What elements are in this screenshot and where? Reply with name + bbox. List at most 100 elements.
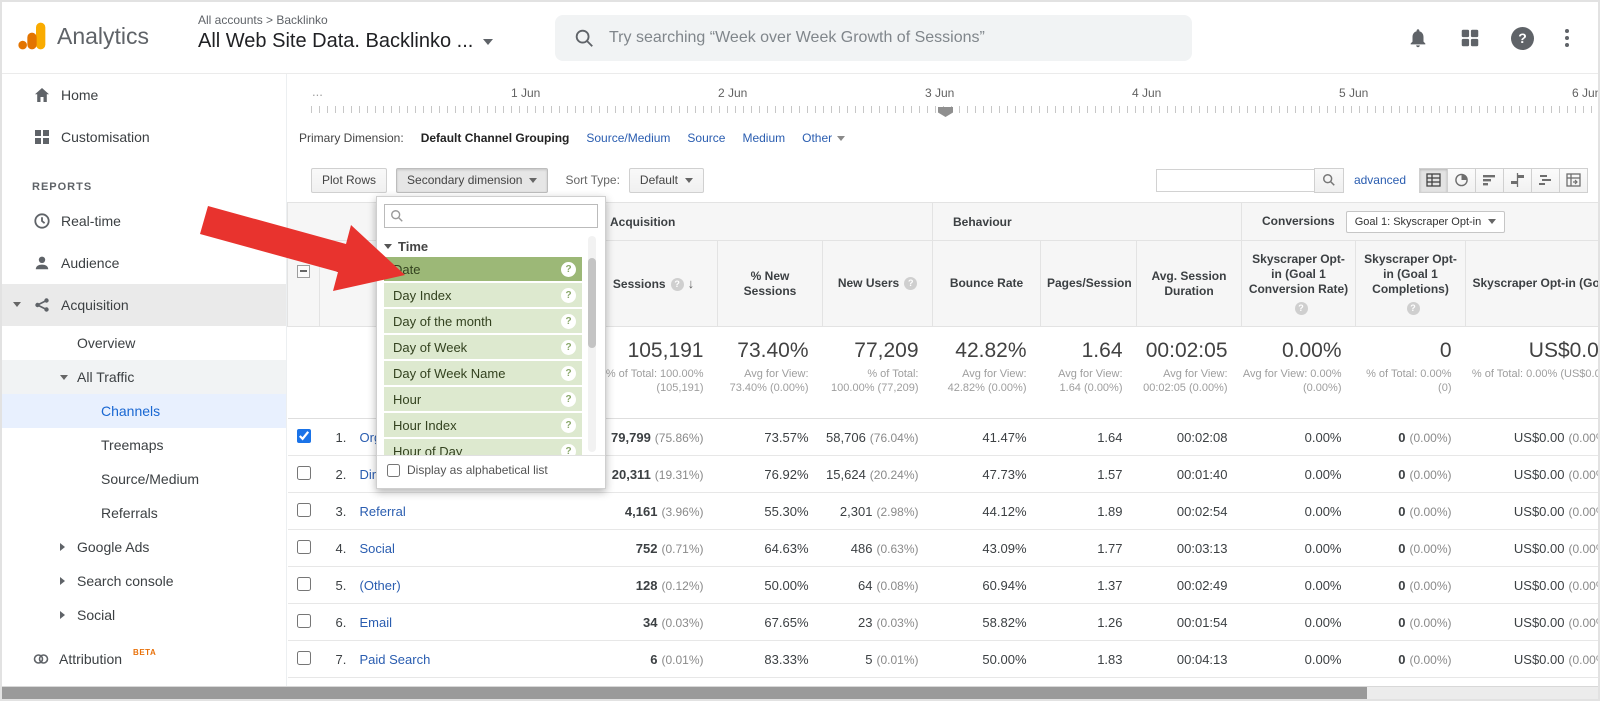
sidebar-item-home[interactable]: Home [2,74,286,116]
summary-bounce-rate: 42.82% Avg for View: 42.82% (0.00%) [933,327,1041,419]
column-header-bounce-rate[interactable]: Bounce Rate [933,241,1041,327]
group-behaviour: Behaviour [933,203,1242,241]
notifications-bell-icon[interactable] [1407,27,1429,49]
sidebar-item-customisation[interactable]: Customisation [2,116,286,158]
goal-selector[interactable]: Goal 1: Skyscraper Opt-in [1346,211,1506,233]
column-header-pages-session[interactable]: Pages/Session [1041,241,1137,327]
new-users-value: 58,706 [826,430,866,445]
product-name: Analytics [57,23,149,50]
sort-type-button[interactable]: Default [629,168,704,193]
row-checkbox[interactable] [297,614,311,628]
table-search-input[interactable] [1156,169,1314,192]
global-search-input[interactable] [609,29,1149,47]
dimension-option[interactable]: Day Index ? [384,283,582,307]
advanced-filter-link[interactable]: advanced [1354,173,1406,187]
dimension-default-channel-grouping[interactable]: Default Channel Grouping [421,131,570,145]
row-checkbox[interactable] [297,429,311,443]
horizontal-scrollbar[interactable] [2,686,1600,699]
dimension-other[interactable]: Other [802,131,845,145]
table-search-button[interactable] [1314,168,1344,193]
help-icon: ? [561,314,576,329]
row-checkbox[interactable] [297,503,311,517]
sidebar-item-google-ads[interactable]: Google Ads [2,530,286,564]
secondary-dimension-button[interactable]: Secondary dimension [396,168,548,193]
global-search[interactable] [555,15,1192,61]
sidebar-item-source-medium[interactable]: Source/Medium [2,462,286,496]
channel-link[interactable]: (Other) [360,578,401,593]
scrollbar-thumb[interactable] [2,687,1367,699]
sidebar-item-attribution[interactable]: Attribution BETA [2,638,286,680]
apps-grid-icon[interactable] [1459,27,1481,49]
sidebar-item-social[interactable]: Social [2,598,286,632]
dimension-option[interactable]: Hour of Day ? [384,439,582,455]
sidebar-item-all-traffic[interactable]: All Traffic [2,360,286,394]
row-checkbox[interactable] [297,466,311,480]
pct-new-sessions-value: 50.00% [718,567,823,604]
table-row: 4.Social 752(0.71%) 64.63% 486(0.63%) 43… [288,530,1600,567]
sidebar-item-channels[interactable]: Channels [2,394,286,428]
view-selector[interactable]: All Web Site Data. Backlinko ... [198,30,493,53]
percentage-view-icon[interactable] [1447,168,1476,193]
sidebar-item-realtime[interactable]: Real-time [2,200,286,242]
collapse-rows-button[interactable] [297,265,310,278]
help-icon[interactable]: ? [1511,27,1534,50]
dimension-option[interactable]: Day of the month ? [384,309,582,333]
bounce-rate-value: 47.73% [933,456,1041,493]
sidebar-item-acquisition[interactable]: Acquisition [2,284,286,326]
sidebar-item-search-console[interactable]: Search console [2,564,286,598]
dimension-option[interactable]: Day of Week ? [384,335,582,359]
row-checkbox[interactable] [297,651,311,665]
sessions-value: 20,311 [612,467,651,482]
channel-link[interactable]: Paid Search [360,652,431,667]
avg-duration-value: 00:01:54 [1137,604,1242,641]
pages-session-value: 1.83 [1041,641,1137,678]
row-number: 2. [336,467,360,482]
column-header-new-users[interactable]: New Users? [823,241,933,327]
dropdown-scrollbar[interactable] [588,236,596,452]
goal-completions-pct: (0.00%) [1409,505,1451,519]
sidebar-item-audience[interactable]: Audience [2,242,286,284]
column-header-pct-new-sessions[interactable]: % New Sessions [718,241,823,327]
plot-rows-button[interactable]: Plot Rows [311,168,387,193]
term-cloud-view-icon[interactable] [1531,168,1560,193]
dimension-option[interactable]: Hour ? [384,387,582,411]
row-checkbox[interactable] [297,540,311,554]
dimension-source-medium[interactable]: Source/Medium [586,131,670,145]
dimension-option[interactable]: Date ? [384,257,582,281]
dimension-medium[interactable]: Medium [742,131,785,145]
channel-link[interactable]: Social [360,541,395,556]
dimension-search-input[interactable] [385,205,597,227]
alphabetical-list-checkbox[interactable] [387,464,400,477]
dimension-option[interactable]: Day of Week Name ? [384,361,582,385]
table-view-icon[interactable] [1419,168,1448,193]
help-icon: ? [561,340,576,355]
channel-link[interactable]: Referral [360,504,406,519]
scrollbar-thumb[interactable] [588,258,596,348]
analytics-logo[interactable]: Analytics [16,20,149,52]
pivot-view-icon[interactable] [1559,168,1588,193]
column-header-goal-conv-rate[interactable]: Skyscraper Opt-in (Goal 1 Conversion Rat… [1242,241,1356,327]
realtime-clock-icon [32,211,52,231]
chevron-down-icon [685,178,693,183]
sidebar-item-treemaps[interactable]: Treemaps [2,428,286,462]
column-header-goal-value[interactable]: Skyscraper Opt-in (Goal 1 Value) [1466,241,1600,327]
column-header-avg-duration[interactable]: Avg. Session Duration [1137,241,1242,327]
comparison-view-icon[interactable] [1503,168,1532,193]
customisation-icon [32,127,52,147]
performance-view-icon[interactable] [1475,168,1504,193]
column-header-goal-completions[interactable]: Skyscraper Opt-in (Goal 1 Completions) ? [1356,241,1466,327]
column-header-sessions[interactable]: Sessions?↓ [590,241,718,327]
account-breadcrumb[interactable]: All accounts > Backlinko [198,13,493,27]
more-options-icon[interactable] [1564,27,1570,49]
dimension-option[interactable]: Hour Index ? [384,413,582,437]
axis-ellipsis: ... [312,84,323,99]
dimension-section-time[interactable]: Time [384,235,582,257]
sidebar-item-referrals[interactable]: Referrals [2,496,286,530]
row-checkbox[interactable] [297,577,311,591]
goal-value-pct: (0.00%) [1568,431,1600,445]
dimension-search[interactable] [384,204,598,228]
sidebar-item-overview[interactable]: Overview [2,326,286,360]
channel-link[interactable]: Email [360,615,393,630]
dimension-source[interactable]: Source [687,131,725,145]
help-icon: ? [561,366,576,381]
